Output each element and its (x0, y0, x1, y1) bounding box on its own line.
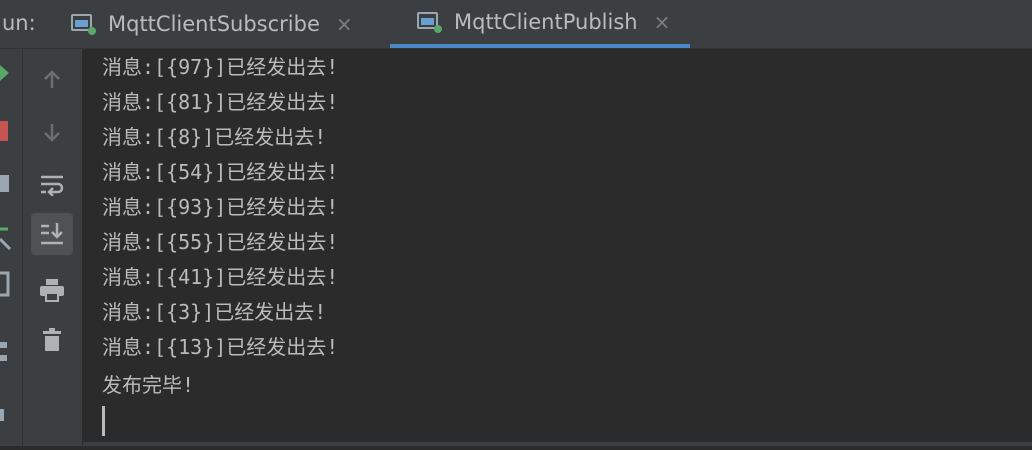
tab-mqtt-client-subscribe[interactable]: MqttClientSubscribe × (70, 0, 353, 48)
console-line: 消息:[{81}]已经发出去! (102, 90, 339, 114)
console-line: 消息:[{13}]已经发出去! (102, 335, 339, 359)
tab-label: MqttClientSubscribe (108, 12, 320, 36)
export-icon[interactable] (0, 227, 12, 251)
console-line: 消息:[{8}]已经发出去! (102, 125, 327, 149)
layout-icon[interactable] (0, 271, 10, 297)
stop-icon[interactable] (0, 121, 8, 141)
console-line: 消息:[{93}]已经发出去! (102, 195, 339, 219)
console-line: 消息:[{55}]已经发出去! (102, 230, 339, 254)
console-line: 消息:[{41}]已经发出去! (102, 265, 339, 289)
run-actions-icons (0, 65, 12, 421)
run-config-icon (416, 11, 442, 33)
run-actions-strip (0, 49, 23, 446)
text-caret (102, 406, 105, 436)
console-line: 发布完毕! (102, 373, 195, 397)
rerun-icon[interactable] (0, 65, 9, 81)
scroll-to-end-icon[interactable] (31, 213, 73, 255)
run-label: un: (2, 11, 36, 35)
tab-label: MqttClientPublish (454, 10, 638, 34)
console-output[interactable]: 消息:[{97}]已经发出去! 消息:[{81}]已经发出去! 消息:[{8}]… (83, 49, 1032, 446)
console-toolbar (23, 49, 83, 446)
arrow-up-icon[interactable] (31, 59, 73, 101)
run-tab-bar: un: MqttClientSubscribe × MqttClientPubl… (0, 0, 1032, 49)
tab-mqtt-client-publish[interactable]: MqttClientPublish × (390, 0, 691, 48)
console-line: 消息:[{54}]已经发出去! (102, 160, 339, 184)
print-icon[interactable] (31, 269, 73, 311)
settings-icon[interactable] (0, 342, 7, 361)
soft-wrap-icon[interactable] (31, 163, 73, 205)
trash-icon[interactable] (31, 319, 73, 361)
horizontal-scrollbar[interactable] (83, 442, 1032, 446)
arrow-down-icon[interactable] (31, 111, 73, 153)
close-icon[interactable]: × (336, 12, 353, 36)
restore-layout-icon[interactable] (0, 175, 9, 192)
close-icon[interactable]: × (654, 10, 671, 34)
run-config-icon (70, 13, 96, 35)
console-line: 消息:[{3}]已经发出去! (102, 300, 327, 324)
more-icon[interactable] (0, 409, 4, 421)
console-line: 消息:[{97}]已经发出去! (102, 55, 339, 79)
